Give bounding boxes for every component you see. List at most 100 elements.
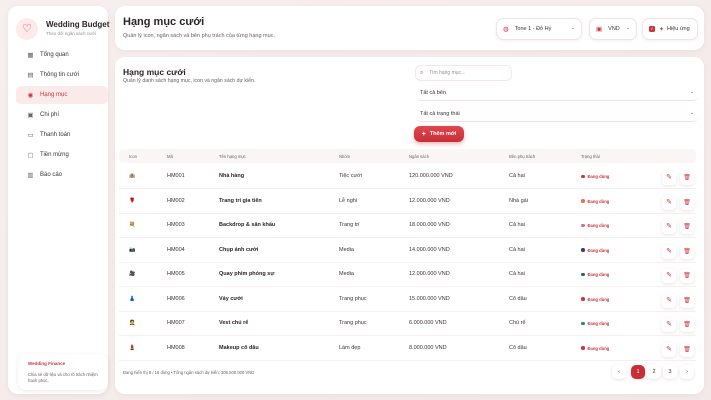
sidebar-item-label: Hạng mục — [40, 92, 68, 98]
wedding-finance-card: Wedding Finance Chia sẻ dữ liệu và cho r… — [18, 354, 108, 390]
category-icon: 💄 — [129, 344, 136, 351]
nav-thanh-toan-icon: ▭ — [27, 132, 34, 139]
add-new-label: Thêm mới — [429, 131, 457, 137]
column-header: Nhóm — [339, 154, 351, 159]
currency-select[interactable]: ▣ VND ⌄ — [589, 18, 637, 40]
table-row: 🏨 HM001 Nhà hàng Tiệc cưới 120.000.000 VND Cả… — [119, 165, 696, 189]
edit-button[interactable]: ✎ — [662, 318, 676, 332]
category-code: HM007 — [167, 320, 185, 326]
column-header: Mã — [167, 154, 173, 159]
category-name: Quay phim phóng sự — [219, 271, 275, 277]
category-name: Backdrop & sân khấu — [219, 222, 276, 228]
search-icon: ⌕ — [420, 69, 424, 76]
page-2-button[interactable]: 2 — [647, 365, 661, 379]
category-code: HM002 — [167, 197, 185, 204]
edit-button[interactable]: ✎ — [662, 220, 676, 234]
category-owner: Cô dâu — [509, 344, 527, 351]
side-filter-value: Tất cả bên — [420, 89, 446, 96]
currency-select-value: VND — [608, 26, 620, 32]
table-row: 🌹 HM002 Trang trí gia tiên Lễ nghi 12.000.00… — [119, 190, 696, 214]
next-page-button[interactable]: › — [680, 365, 694, 379]
status-filter-select[interactable]: Tất cả trạng thái ⌄ — [416, 106, 698, 122]
prev-page-button[interactable]: ‹ — [612, 365, 626, 379]
delete-button[interactable]: 🗑 — [680, 342, 694, 357]
sidebar-item-thong-tin-cuoi[interactable]: ▤ Thông tin cưới — [16, 66, 108, 84]
chevron-down-icon: ⌄ — [689, 110, 694, 116]
sidebar-item-thanh-toan[interactable]: ▭ Thanh toán — [16, 126, 108, 144]
delete-button[interactable]: 🗑 — [680, 293, 694, 308]
column-header: Icon — [129, 154, 137, 159]
effect-label: Hiệu ứng — [667, 26, 690, 32]
sidebar-item-tong-quan[interactable]: ▦ Tổng quan — [16, 46, 108, 64]
brand-title: Wedding Budget — [46, 20, 110, 29]
category-name: Makeup cô dâu — [219, 344, 259, 351]
chevron-down-icon: ⌄ — [625, 25, 630, 31]
column-header: Ngân sách — [409, 154, 430, 159]
status-dot-icon — [581, 223, 585, 228]
status-label: Đang dùng — [587, 198, 610, 204]
plus-icon: + — [421, 130, 426, 138]
search-input[interactable]: ⌕ Tìm hạng mục... — [416, 66, 511, 80]
status-badge: Đang dùng — [581, 174, 609, 179]
status-dot-icon — [581, 199, 585, 203]
palette-icon: ◍ — [503, 26, 509, 33]
category-group: Trang phục — [339, 295, 367, 302]
category-name: Vest chú rể — [219, 320, 249, 326]
nav-thong-tin-cuoi-icon: ▤ — [27, 72, 34, 79]
heart-logo-icon: ♡ — [16, 18, 38, 40]
sidebar: ♡ Wedding Budget Theo dõi ngân sách cưới… — [8, 6, 110, 394]
category-owner: Cả hai — [509, 173, 525, 179]
effect-toggle[interactable]: ✓ ✦ Hiệu ứng — [642, 18, 698, 40]
category-budget: 8.000.000 VND — [409, 344, 447, 351]
status-dot-icon — [581, 272, 585, 277]
delete-button[interactable]: 🗑 — [680, 171, 694, 185]
edit-button[interactable]: ✎ — [662, 342, 676, 357]
category-group: Làm đẹp — [339, 344, 361, 351]
table-row: 📷 HM004 Chụp ảnh cưới Media 14.000.000 VND Cả… — [119, 239, 696, 263]
sidebar-item-label: Thanh toán — [40, 132, 71, 138]
sidebar-nav: ▦ Tổng quan ▤ Thông tin cưới ◉ Hạng mục ▣ Chi p… — [16, 46, 108, 186]
page-3-button[interactable]: 3 — [663, 365, 677, 379]
status-label: Đang dùng — [587, 223, 610, 228]
currency-icon: ▣ — [596, 26, 603, 33]
checkbox-checked-icon: ✓ — [649, 26, 655, 32]
category-name: Trang trí gia tiên — [219, 197, 262, 204]
status-badge: Đang dùng — [581, 223, 609, 228]
delete-button[interactable]: 🗑 — [680, 318, 694, 332]
delete-button[interactable]: 🗑 — [680, 220, 694, 234]
sidebar-item-label: Chi phí — [40, 112, 60, 118]
table-summary: Đang hiển thị 8 / 18 dòng • Tổng ngân sá… — [123, 370, 255, 375]
delete-button[interactable]: 🗑 — [680, 244, 694, 259]
sidebar-item-chi-phi[interactable]: ▣ Chi phí — [16, 106, 108, 124]
delete-button[interactable]: 🗑 — [680, 195, 694, 210]
page-1-button[interactable]: 1 — [631, 365, 645, 379]
sidebar-item-bao-cao[interactable]: ▥ Báo cáo — [16, 166, 108, 184]
theme-select[interactable]: ◍ Tone 1 - Đỏ Hỷ ⌄ — [496, 18, 582, 40]
category-name: Chụp ảnh cưới — [219, 246, 259, 253]
nav-tien-mung-icon: ▢ — [27, 152, 34, 159]
nav-tong-quan-icon: ▦ — [27, 52, 34, 59]
category-icon: 🎥 — [129, 271, 136, 277]
chevron-down-icon: ⌄ — [689, 89, 694, 95]
category-budget: 6.000.000 VND — [409, 320, 447, 326]
edit-button[interactable]: ✎ — [662, 244, 676, 259]
sidebar-item-hang-muc[interactable]: ◉ Hạng mục — [16, 86, 108, 104]
category-code: HM005 — [167, 271, 185, 277]
category-group: Lễ nghi — [339, 197, 358, 204]
category-owner: Nhà gái — [509, 197, 528, 204]
edit-button[interactable]: ✎ — [662, 293, 676, 308]
status-badge: Đang dùng — [581, 321, 609, 326]
sidebar-item-tien-mung[interactable]: ▢ Tiền mừng — [16, 146, 108, 164]
side-filter-select[interactable]: Tất cả bên ⌄ — [416, 85, 698, 101]
category-budget: 15.000.000 VND — [409, 295, 450, 302]
category-group: Media — [339, 246, 354, 253]
edit-button[interactable]: ✎ — [662, 171, 676, 185]
status-badge: Đang dùng — [581, 346, 609, 351]
delete-button[interactable]: 🗑 — [680, 269, 694, 283]
sidebar-item-label: Thông tin cưới — [40, 72, 79, 78]
sidebar-item-label: Báo cáo — [40, 172, 63, 178]
add-new-button[interactable]: + Thêm mới — [414, 126, 464, 142]
edit-button[interactable]: ✎ — [662, 269, 676, 283]
category-code: HM008 — [167, 344, 185, 351]
edit-button[interactable]: ✎ — [662, 195, 676, 210]
